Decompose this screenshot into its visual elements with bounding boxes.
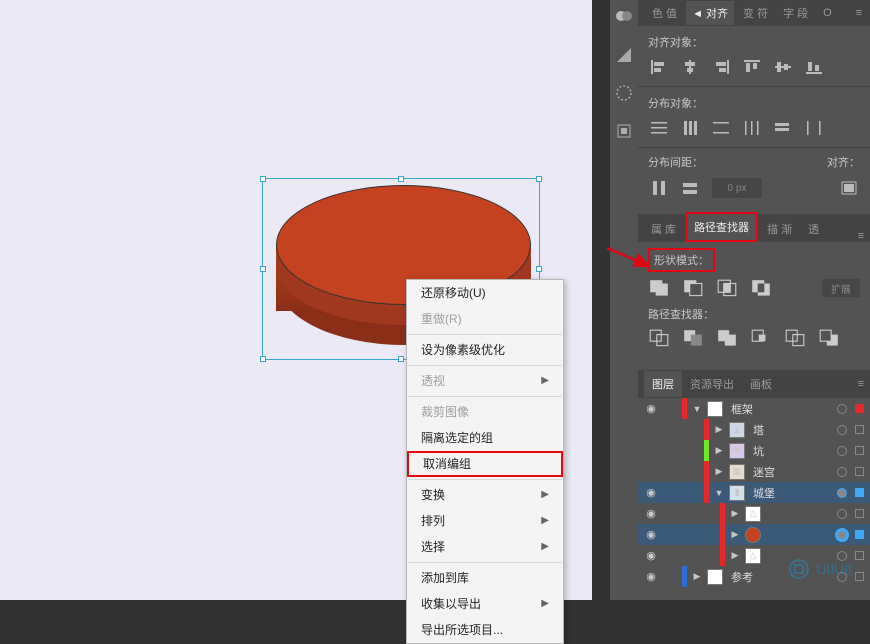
panel-menu-icon[interactable]: ≡	[858, 378, 864, 390]
target-icon[interactable]	[837, 404, 847, 414]
layer-row[interactable]: ◉ ▼ 框架	[638, 398, 870, 419]
align-top-icon[interactable]	[741, 58, 763, 76]
align-bottom-icon[interactable]	[803, 58, 825, 76]
tab-paragraph[interactable]: 字 段	[777, 1, 814, 25]
chevron-down-icon[interactable]: ▼	[713, 488, 725, 498]
cm-add-to-library[interactable]: 添加到库	[407, 565, 563, 591]
align-to-selection-icon[interactable]	[838, 179, 860, 197]
merge-icon[interactable]	[716, 328, 738, 348]
tab-color[interactable]: 色 值	[646, 1, 683, 25]
cm-select[interactable]: 选择▶	[407, 534, 563, 560]
tab-transparency[interactable]: 透	[801, 216, 826, 242]
cm-transform[interactable]: 变换▶	[407, 482, 563, 508]
layer-row[interactable]: ◉ ▼ ▮ 城堡	[638, 482, 870, 503]
tab-pathfinder[interactable]: 路径查找器	[685, 212, 758, 242]
chevron-down-icon[interactable]: ▼	[691, 404, 703, 414]
divide-icon[interactable]	[648, 328, 670, 348]
appearance-icon[interactable]	[615, 84, 633, 102]
tab-opentype[interactable]: O	[817, 3, 838, 23]
outline-icon[interactable]	[784, 328, 806, 348]
align-left-icon[interactable]	[648, 58, 670, 76]
dist-hspace-icon[interactable]	[680, 179, 702, 197]
align-vcenter-icon[interactable]	[772, 58, 794, 76]
shape-mode-label: 形状模式：	[648, 248, 715, 272]
dist-top-icon[interactable]	[648, 119, 670, 137]
tab-properties[interactable]: 属 库	[644, 216, 683, 242]
cm-arrange[interactable]: 排列▶	[407, 508, 563, 534]
layer-row[interactable]: ◉ ▶	[638, 524, 870, 545]
cm-crop: 裁剪图像	[407, 399, 563, 425]
panel-tabs-2: 属 库 路径查找器 描 渐 透 ≡	[638, 214, 870, 242]
dist-bottom-icon[interactable]	[710, 119, 732, 137]
layer-thumbnail	[707, 401, 723, 417]
tab-asset-export[interactable]: 资源导出	[682, 371, 742, 397]
exclude-icon[interactable]	[750, 278, 772, 298]
tab-layers[interactable]: 图层	[644, 371, 682, 397]
dist-left-icon[interactable]	[741, 119, 763, 137]
chevron-right-icon[interactable]: ▶	[713, 424, 725, 435]
align-right-icon[interactable]	[710, 58, 732, 76]
tab-character[interactable]: 变 符	[737, 1, 774, 25]
panel-menu-icon[interactable]: ≡	[858, 230, 864, 242]
color-panel-icon[interactable]	[615, 8, 633, 26]
spacing-input[interactable]: 0 px	[712, 178, 762, 198]
minus-front-icon[interactable]	[682, 278, 704, 298]
align-to-label: 对齐：	[827, 154, 860, 170]
dock-strip	[610, 0, 638, 600]
unite-icon[interactable]	[648, 278, 670, 298]
align-hcenter-icon[interactable]	[679, 58, 701, 76]
cm-collect-export[interactable]: 收集以导出▶	[407, 591, 563, 617]
cm-undo[interactable]: 还原移动(U)	[407, 280, 563, 306]
cm-export-selection[interactable]: 导出所选项目...	[407, 617, 563, 643]
dist-hcenter-icon[interactable]	[772, 119, 794, 137]
layer-row[interactable]: ▶ ▲ 塔	[638, 419, 870, 440]
cm-pixel-perfect[interactable]: 设为像素级优化	[407, 337, 563, 363]
panel-menu-icon[interactable]: ≡	[856, 7, 862, 19]
distribute-objects-label: 分布对象：	[638, 87, 870, 115]
cm-perspective: 透视▶	[407, 368, 563, 394]
layers-tabs: 图层 资源导出 画板 ≡	[638, 370, 870, 398]
watermark: UIIUII	[788, 558, 852, 580]
cm-redo: 重做(R)	[407, 306, 563, 332]
visibility-icon[interactable]: ◉	[644, 402, 658, 415]
right-panels: 色 值 ◄ 对齐 变 符 字 段 O ≡ 对齐对象： 分布对象： 分布间距： 对…	[638, 0, 870, 600]
dist-vcenter-icon[interactable]	[679, 119, 701, 137]
layer-row[interactable]: ▶ ✱ 坑	[638, 440, 870, 461]
panel-tabs-1: 色 值 ◄ 对齐 变 符 字 段 O ≡	[638, 0, 870, 26]
symbols-icon[interactable]	[615, 122, 633, 140]
dist-right-icon[interactable]	[803, 119, 825, 137]
dist-vspace-icon[interactable]	[648, 179, 670, 197]
layer-row[interactable]: ▶ ▦ 迷宫	[638, 461, 870, 482]
layer-row[interactable]: ◉ ▶ △	[638, 503, 870, 524]
pathfinders-label: 路径查找器：	[648, 306, 860, 322]
distribute-spacing-label: 分布间距：	[648, 154, 703, 170]
crop-icon[interactable]	[750, 328, 772, 348]
expand-button[interactable]: 扩展	[822, 279, 860, 297]
context-menu: 还原移动(U) 重做(R) 设为像素级优化 透视▶ 裁剪图像 隔离选定的组 取消…	[406, 279, 564, 644]
tab-artboards[interactable]: 画板	[742, 371, 780, 397]
tab-stroke[interactable]: 描 渐	[760, 216, 799, 242]
tab-align[interactable]: ◄ 对齐	[686, 1, 734, 25]
intersect-icon[interactable]	[716, 278, 738, 298]
gradient-icon[interactable]	[615, 46, 633, 64]
cm-isolate[interactable]: 隔离选定的组	[407, 425, 563, 451]
trim-icon[interactable]	[682, 328, 704, 348]
align-objects-label: 对齐对象：	[638, 26, 870, 54]
minus-back-icon[interactable]	[818, 328, 840, 348]
visibility-icon[interactable]: ◉	[644, 486, 658, 499]
cm-ungroup[interactable]: 取消编组	[407, 451, 563, 477]
